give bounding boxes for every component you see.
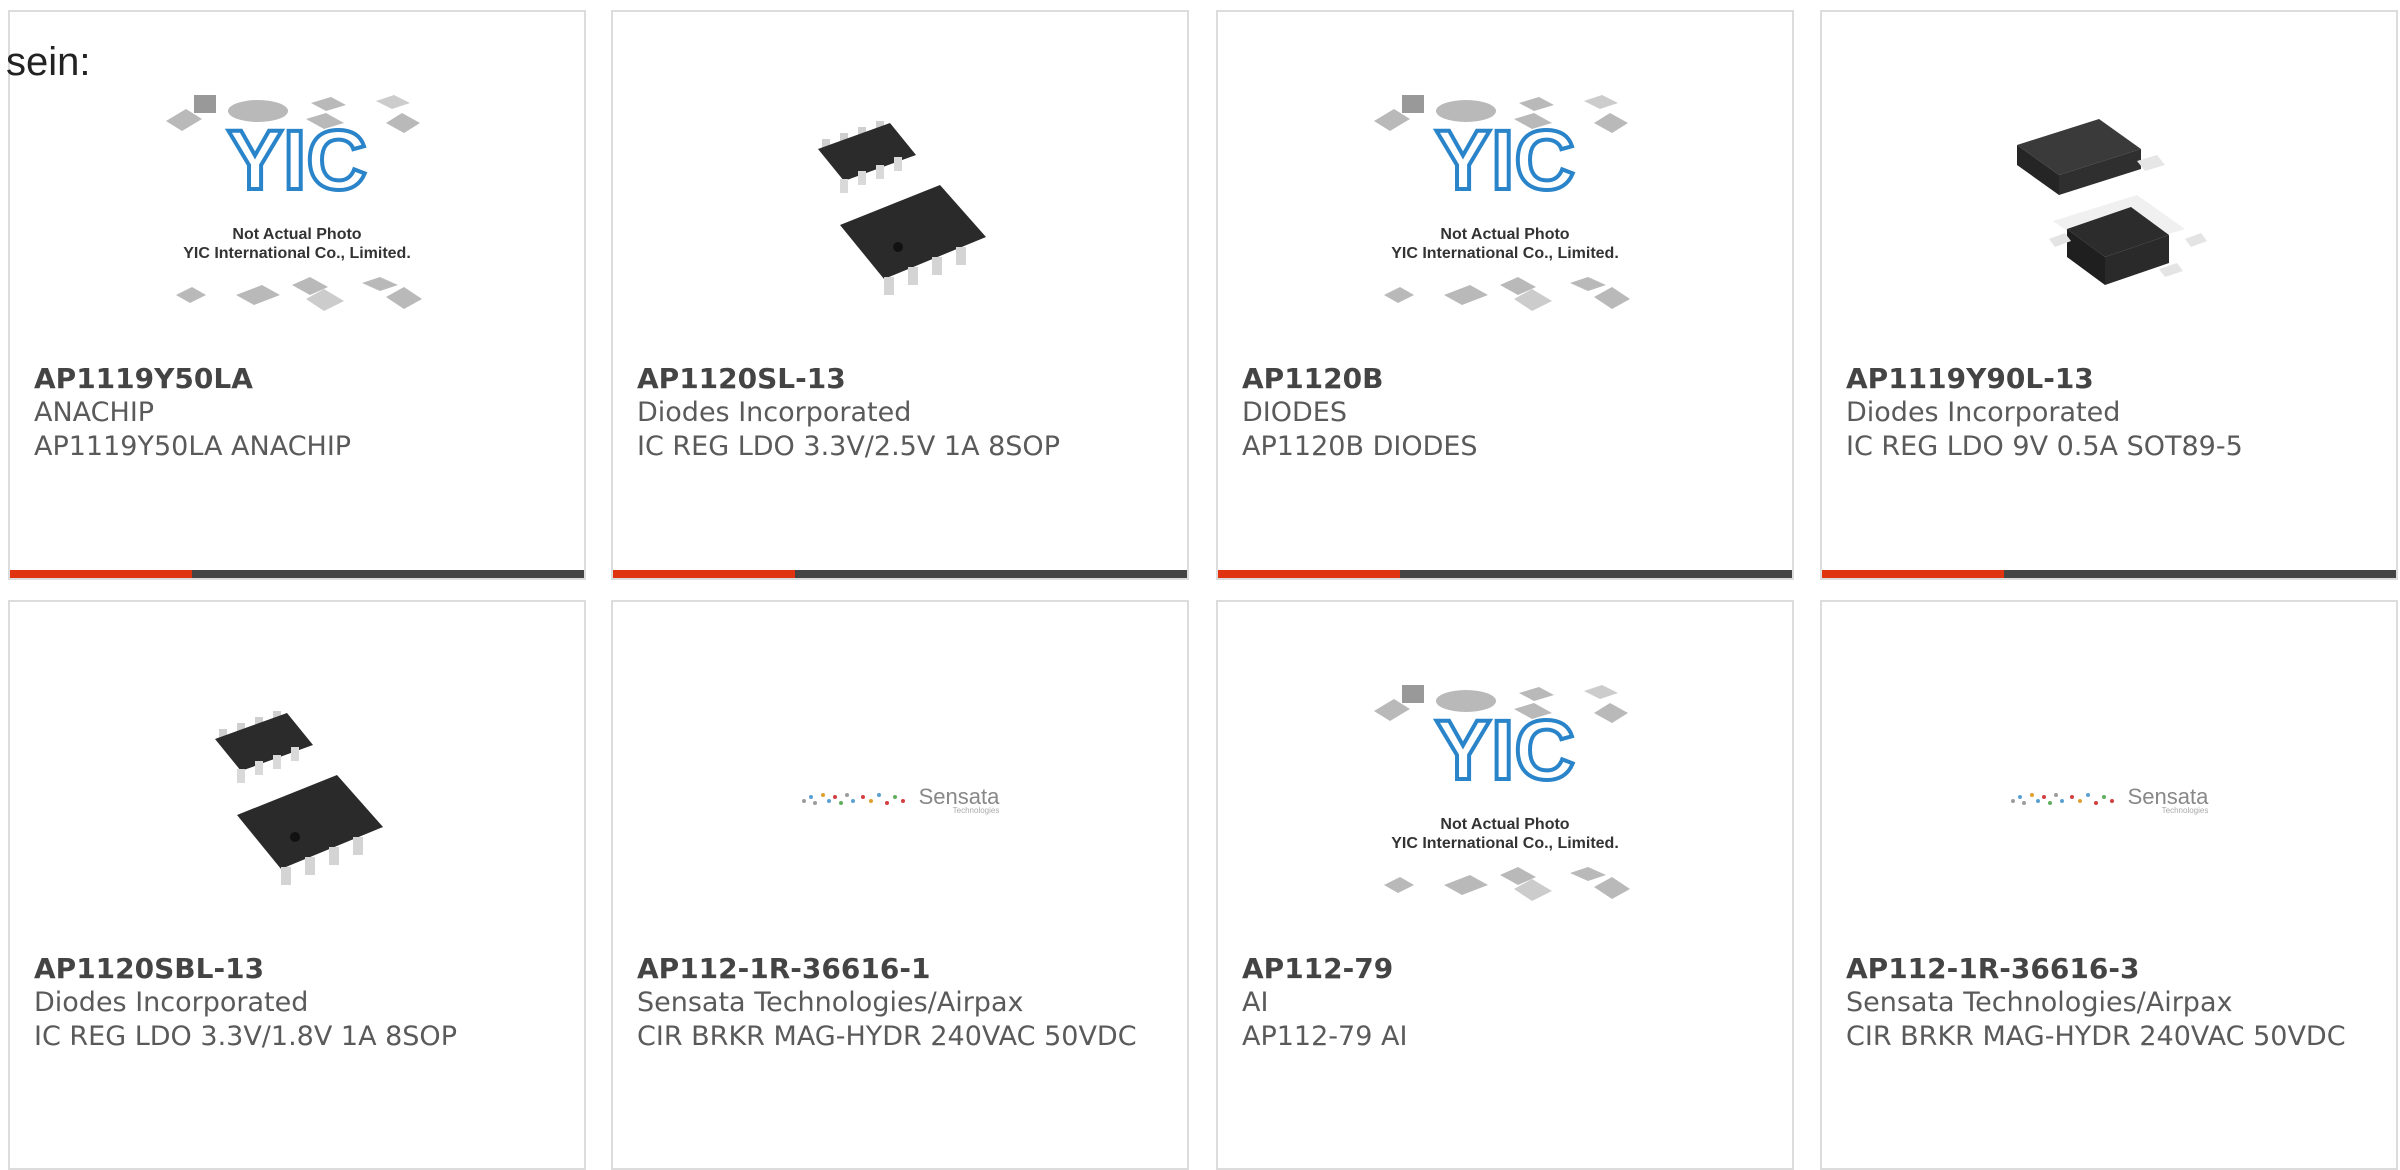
sot89-chip-icon (2017, 119, 2207, 285)
description: IC REG LDO 3.3V/1.8V 1A 8SOP (34, 1021, 457, 1052)
description: CIR BRKR MAG-HYDR 240VAC 50VDC (1846, 1021, 2346, 1052)
product-image[interactable] (769, 78, 1031, 340)
manufacturer: AI (1242, 987, 1269, 1018)
product-card[interactable]: Sensata Technologies AP112-1R-36616-3 Sen… (1820, 600, 2398, 1170)
product-info: AP1120SL-13 Diodes Incorporated IC REG L… (637, 362, 1167, 464)
accent-bar (10, 570, 192, 578)
product-image-placeholder[interactable]: YIC Not Actual Photo YIC International C… (1374, 78, 1636, 340)
sensata-dots-icon (2010, 793, 2114, 805)
svg-text:Not Actual Photo: Not Actual Photo (1440, 816, 1569, 833)
svg-text:YIC: YIC (1435, 703, 1575, 797)
product-grid: YIC Not Actual Photo YIC International C… (0, 0, 2400, 1170)
product-image[interactable] (1978, 78, 2240, 340)
manufacturer: Diodes Incorporated (637, 397, 912, 428)
product-image-placeholder[interactable]: YIC Not Actual Photo YIC International C… (1374, 668, 1636, 930)
product-card[interactable]: AP1120SL-13 Diodes Incorporated IC REG L… (611, 10, 1189, 580)
manufacturer: Sensata Technologies/Airpax (637, 987, 1024, 1018)
sensata-dots-icon (801, 793, 905, 805)
placeholder-chips-icon: YIC Not Actual Photo YIC International C… (1374, 95, 1630, 311)
sensata-logo: Sensata Technologies (801, 784, 999, 815)
description: CIR BRKR MAG-HYDR 240VAC 50VDC (637, 1021, 1137, 1052)
intro-text: sein: (6, 40, 91, 84)
card-bottom-bar (1218, 570, 1792, 578)
product-image[interactable] (166, 668, 428, 930)
part-number[interactable]: AP112-1R-36616-3 (1846, 952, 2376, 986)
product-info: AP112-1R-36616-1 Sensata Technologies/Ai… (637, 952, 1167, 1054)
part-number[interactable]: AP1120B (1242, 362, 1772, 396)
part-number[interactable]: AP1120SL-13 (637, 362, 1167, 396)
product-image-placeholder[interactable]: YIC Not Actual Photo YIC International C… (166, 78, 428, 340)
manufacturer: Diodes Incorporated (34, 987, 309, 1018)
sop8-chip-icon (215, 711, 383, 885)
product-card[interactable]: YIC Not Actual Photo YIC International C… (1216, 10, 1794, 580)
accent-bar (1218, 570, 1400, 578)
svg-text:Not Actual Photo: Not Actual Photo (232, 226, 361, 243)
part-number[interactable]: AP112-1R-36616-1 (637, 952, 1167, 986)
product-card[interactable]: AP1119Y90L-13 Diodes Incorporated IC REG… (1820, 10, 2398, 580)
svg-text:YIC: YIC (227, 113, 367, 207)
product-info: AP1120SBL-13 Diodes Incorporated IC REG … (34, 952, 564, 1054)
part-number[interactable]: AP112-79 (1242, 952, 1772, 986)
manufacturer: ANACHIP (34, 397, 155, 428)
description: IC REG LDO 9V 0.5A SOT89-5 (1846, 431, 2243, 462)
product-info: AP1119Y90L-13 Diodes Incorporated IC REG… (1846, 362, 2376, 464)
description: AP112-79 AI (1242, 1021, 1408, 1052)
svg-text:YIC International Co., Limited: YIC International Co., Limited. (183, 245, 411, 262)
manufacturer: Diodes Incorporated (1846, 397, 2121, 428)
product-image[interactable]: Sensata Technologies (1978, 668, 2240, 930)
card-bottom-bar (1822, 570, 2396, 578)
product-info: AP1119Y50LA ANACHIP AP1119Y50LA ANACHIP (34, 362, 564, 464)
sop8-chip-icon (818, 121, 986, 295)
svg-text:YIC International Co., Limited: YIC International Co., Limited. (1391, 835, 1619, 852)
product-card[interactable]: YIC Not Actual Photo YIC International C… (8, 10, 586, 580)
svg-text:Not Actual Photo: Not Actual Photo (1440, 226, 1569, 243)
description: IC REG LDO 3.3V/2.5V 1A 8SOP (637, 431, 1060, 462)
product-info: AP112-79 AI AP112-79 AI (1242, 952, 1772, 1054)
part-number[interactable]: AP1120SBL-13 (34, 952, 564, 986)
product-image[interactable]: Sensata Technologies (769, 668, 1031, 930)
manufacturer: Sensata Technologies/Airpax (1846, 987, 2233, 1018)
sensata-logo: Sensata Technologies (2010, 784, 2208, 815)
manufacturer: DIODES (1242, 397, 1347, 428)
placeholder-chips-icon: YIC Not Actual Photo YIC International C… (1374, 685, 1630, 901)
placeholder-chips-icon: YIC Not Actual Photo YIC International C… (166, 95, 422, 311)
description: AP1120B DIODES (1242, 431, 1478, 462)
part-number[interactable]: AP1119Y50LA (34, 362, 564, 396)
product-card[interactable]: AP1120SBL-13 Diodes Incorporated IC REG … (8, 600, 586, 1170)
card-bottom-bar (10, 570, 584, 578)
accent-bar (613, 570, 795, 578)
product-info: AP1120B DIODES AP1120B DIODES (1242, 362, 1772, 464)
accent-bar (1822, 570, 2004, 578)
card-bottom-bar (613, 570, 1187, 578)
description: AP1119Y50LA ANACHIP (34, 431, 352, 462)
product-info: AP112-1R-36616-3 Sensata Technologies/Ai… (1846, 952, 2376, 1054)
product-card[interactable]: Sensata Technologies AP112-1R-36616-1 Sen… (611, 600, 1189, 1170)
svg-text:YIC International Co., Limited: YIC International Co., Limited. (1391, 245, 1619, 262)
product-card[interactable]: YIC Not Actual Photo YIC International C… (1216, 600, 1794, 1170)
svg-text:YIC: YIC (1435, 113, 1575, 207)
part-number[interactable]: AP1119Y90L-13 (1846, 362, 2376, 396)
